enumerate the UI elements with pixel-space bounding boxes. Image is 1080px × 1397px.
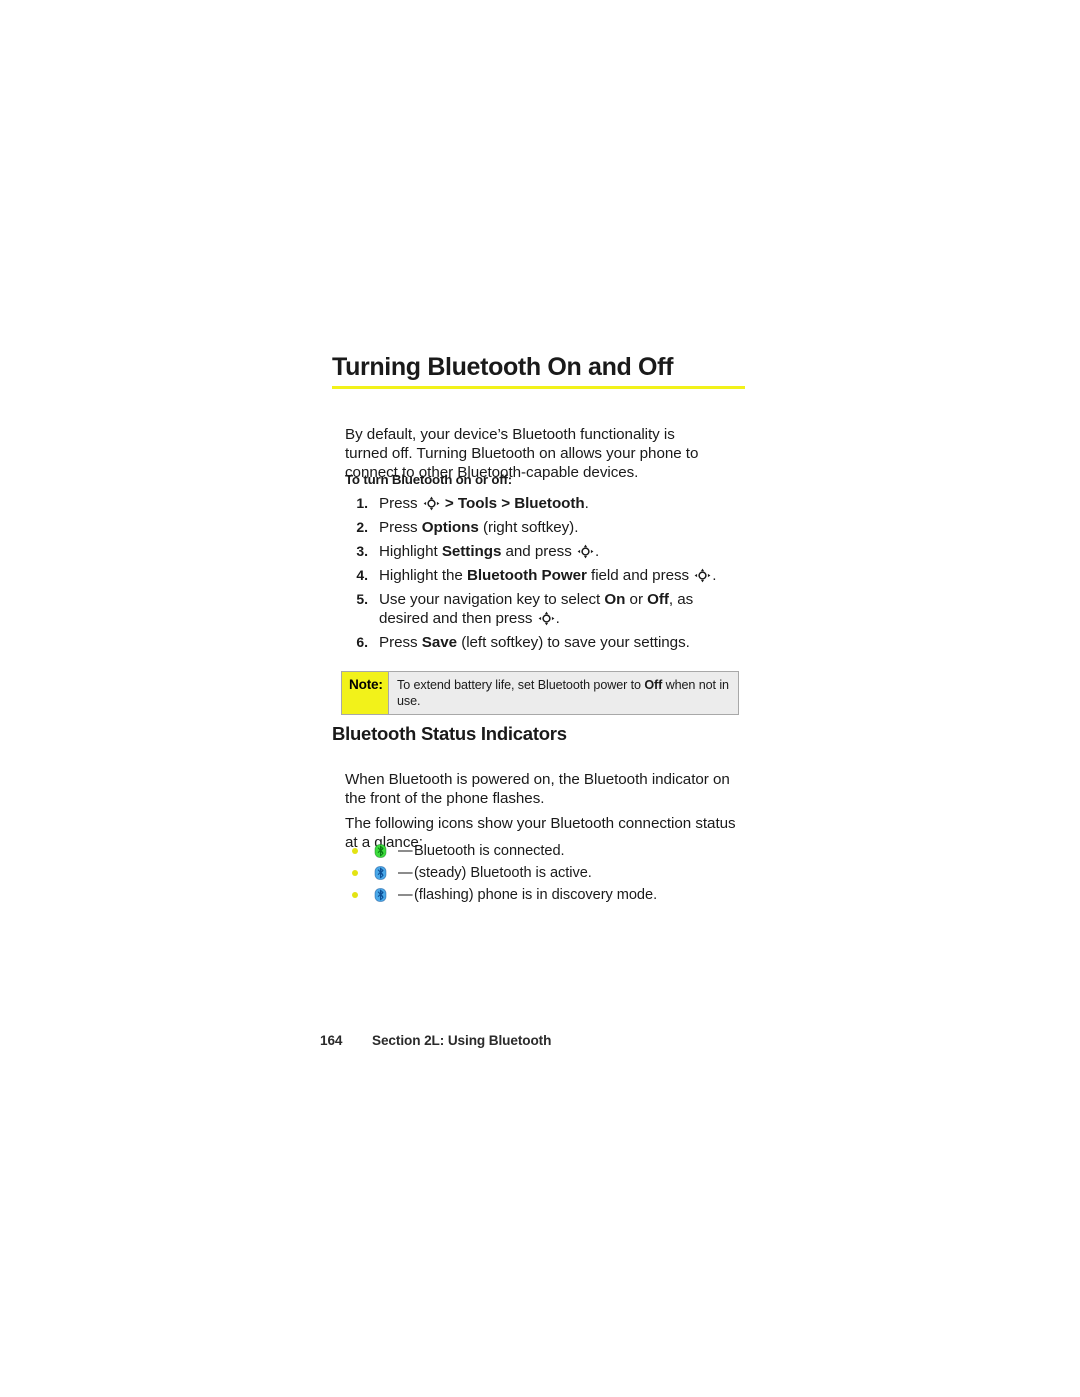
step-number: 5. [356,591,368,607]
step-text: Highlight the Bluetooth Power field and … [379,566,745,585]
step-plain-text: . [584,495,589,512]
page-title-block: Turning Bluetooth On and Off [332,352,746,389]
step-emphasis: > [440,495,458,512]
step-plain-text: and press [501,543,576,560]
step-plain-text: (left softkey) to save your settings. [457,634,690,651]
step-plain-text: or [625,591,648,608]
step-plain-text: Press [379,519,422,536]
step-plain-text: . [594,543,600,560]
step-emphasis: Off [647,591,669,608]
procedure-step: 1. Press > Tools > Bluetooth. [345,494,745,513]
status-indicator-label: (flashing) phone is in discovery mode. [414,887,658,903]
step-plain-text: Highlight [379,543,442,560]
footer-section-label: Section 2L: Using Bluetooth [372,1033,552,1048]
step-plain-text: Press [379,495,422,512]
procedure-step: 2. Press Options (right softkey). [345,518,745,537]
bullet-dot-icon [352,870,374,876]
bullet-dot-icon [352,892,374,898]
procedure-lead-in: To turn Bluetooth on or off: [345,472,512,487]
procedure-step: 4. Highlight the Bluetooth Power field an… [345,566,745,585]
step-emphasis: Save [421,634,458,651]
step-emphasis: On [604,591,626,608]
step-plain-text: Use your navigation key to select [379,591,605,608]
step-number: 1. [356,495,368,511]
step-number: 6. [356,634,368,650]
bluetooth-discovery-icon [374,888,398,902]
bluetooth-active-icon [374,866,398,880]
page-title: Turning Bluetooth On and Off [332,353,674,381]
status-indicator-label: Bluetooth is connected. [414,843,565,859]
section-heading: Bluetooth Status Indicators [332,723,567,744]
step-number: 2. [356,519,368,535]
status-indicator-item: — Bluetooth is connected. [352,840,732,862]
step-plain-text: . [555,610,560,627]
document-page: Turning Bluetooth On and Off By default,… [0,0,1080,1397]
step-emphasis: Bluetooth Power [466,567,587,584]
step-emphasis: > [497,495,515,512]
note-body: To extend battery life, set Bluetooth po… [389,672,738,714]
step-plain-text: . [712,567,717,584]
section-paragraph-1: When Bluetooth is powered on, the Blueto… [345,771,730,808]
footer-page-number: 164 [320,1033,343,1048]
procedure-steps-list: 1. Press > Tools > Bluetooth. 2. Press Opti… [345,494,745,657]
step-emphasis: Settings [441,543,502,560]
title-underline-rule [332,386,745,389]
em-dash-separator: — [398,843,413,859]
step-number: 3. [356,543,368,559]
step-emphasis: Bluetooth [514,495,585,512]
em-dash-separator: — [398,865,413,881]
step-text: Press > Tools > Bluetooth. [379,494,745,513]
navigation-key-icon [537,610,556,627]
step-plain-text: field and press [586,567,694,584]
bluetooth-connected-icon [374,844,398,858]
note-text-emphasis: Off [644,678,663,692]
note-text-before: To extend battery life, set Bluetooth po… [397,678,645,692]
navigation-key-icon [576,543,595,560]
status-indicator-item: — (flashing) phone is in discovery mode. [352,884,732,906]
step-text: Press Save (left softkey) to save your s… [379,633,745,652]
step-emphasis: Tools [457,495,498,512]
status-indicator-list: — Bluetooth is connected. — (steady) Blueto… [352,840,732,906]
status-indicator-item: — (steady) Bluetooth is active. [352,862,732,884]
note-box: Note: To extend battery life, set Blueto… [341,671,739,715]
step-emphasis: Options [421,519,479,536]
navigation-key-icon [422,495,441,512]
status-indicator-label: (steady) Bluetooth is active. [414,865,592,881]
page-footer: 164 Section 2L: Using Bluetooth [320,1033,551,1048]
note-label: Note: [342,672,389,714]
step-plain-text: (right softkey). [478,519,579,536]
bullet-dot-icon [352,848,374,854]
step-text: Press Options (right softkey). [379,518,745,537]
procedure-step: 5. Use your navigation key to select On o… [345,590,745,628]
step-number: 4. [356,567,368,583]
procedure-step: 6. Press Save (left softkey) to save your… [345,633,745,652]
em-dash-separator: — [398,887,413,903]
step-text: Use your navigation key to select On or … [379,590,745,628]
procedure-step: 3. Highlight Settings and press . [345,542,745,561]
navigation-key-icon [693,567,712,584]
step-plain-text: Highlight the [379,567,467,584]
step-plain-text: Press [379,634,422,651]
step-text: Highlight Settings and press . [379,542,745,561]
